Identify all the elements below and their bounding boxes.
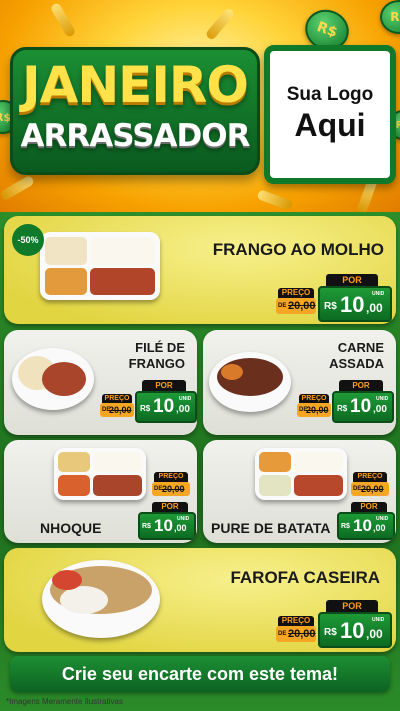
unit-label: UNID [372, 291, 385, 297]
confetti-ribbon [204, 6, 236, 42]
current-price: R$ 10 ,00 UNID [138, 512, 196, 540]
product-image [12, 348, 94, 410]
product-name: FAROFA CASEIRA [230, 568, 380, 587]
product-card-frango-ao-molho[interactable]: -50% FRANGO AO MOLHO PREÇO DE 20,00 POR … [4, 216, 396, 324]
old-price: DE 20,00 [100, 403, 134, 417]
old-price: DE 20,00 [351, 482, 389, 496]
price-integer: 10 [340, 618, 365, 643]
currency-symbol: R$ [324, 627, 337, 638]
product-card-file-de-frango[interactable]: FILÉ DE FRANGO PREÇO DE 20,00 POR R$ 10 … [4, 330, 197, 435]
product-name: PURE DE BATATA [211, 520, 331, 536]
coin-icon: R$ [380, 0, 400, 34]
currency-symbol: R$ [324, 301, 337, 312]
price-decimal: ,00 [366, 627, 383, 641]
old-price-value: 20,00 [361, 484, 384, 494]
por-label: POR [351, 502, 387, 512]
product-image [54, 448, 146, 500]
logo-line1: Sua Logo [286, 84, 374, 105]
product-image [42, 560, 160, 638]
old-price: DE 20,00 [152, 482, 190, 496]
unit-label: UNID [376, 516, 389, 522]
current-price: R$ 10 ,00 UNID [332, 391, 394, 423]
preco-label: PREÇO [353, 472, 387, 482]
price-integer: 10 [353, 516, 372, 535]
currency-symbol: R$ [140, 404, 151, 413]
preco-label: PREÇO [278, 288, 314, 298]
current-price: R$ 10 ,00 UNID [337, 512, 395, 540]
price-tag: PREÇO DE 20,00 POR R$ 10 ,00 UNID [276, 274, 392, 322]
price-integer: 10 [154, 516, 173, 535]
current-price: R$ 10 ,00 UNID [318, 286, 392, 322]
price-integer: 10 [153, 396, 175, 417]
discount-badge: -50% [12, 224, 44, 256]
confetti-ribbon [0, 174, 36, 202]
preco-label: PREÇO [154, 472, 188, 482]
campaign-title: JANEIRO ARRASSADOR [10, 47, 260, 175]
disclaimer-note: *Imagens Meramente Ilustrativas [6, 697, 123, 706]
unit-label: UNID [376, 396, 389, 402]
product-card-farofa-caseira[interactable]: FAROFA CASEIRA PREÇO DE 20,00 POR R$ 10 … [4, 548, 396, 652]
old-price-value: 20,00 [288, 300, 316, 312]
current-price: R$ 10 ,00 UNID [318, 612, 392, 648]
product-image [209, 352, 291, 412]
confetti-ribbon [256, 189, 294, 211]
old-price-value: 20,00 [162, 484, 185, 494]
product-card-nhoque[interactable]: NHOQUE PREÇO DE 20,00 POR R$ 10 ,00 UNID [4, 440, 197, 543]
old-price-value: 20,00 [288, 628, 316, 640]
price-tag: PREÇO DE 20,00 POR R$ 10 ,00 UNID [100, 380, 197, 424]
product-card-carne-assada[interactable]: CARNE ASSADA PREÇO DE 20,00 POR R$ 10 ,0… [203, 330, 396, 435]
title-line2: ARRASSADOR [20, 118, 251, 154]
product-name: CARNE ASSADA [329, 340, 384, 371]
de-label: DE [278, 631, 287, 637]
preco-label: PREÇO [278, 616, 314, 626]
product-name: FRANGO AO MOLHO [212, 240, 384, 259]
old-price-value: 20,00 [109, 405, 132, 415]
price-decimal: ,00 [366, 301, 383, 315]
confetti-ribbon [49, 1, 77, 39]
currency-symbol: R$ [142, 523, 151, 530]
current-price: R$ 10 ,00 UNID [135, 391, 197, 423]
price-decimal: ,00 [373, 404, 387, 415]
unit-label: UNID [177, 516, 190, 522]
unit-label: UNID [372, 617, 385, 623]
currency-symbol: R$ [341, 523, 350, 530]
product-card-pure-de-batata[interactable]: PURE DE BATATA PREÇO DE 20,00 POR R$ 10 … [203, 440, 396, 543]
old-price: DE 20,00 [276, 298, 316, 314]
price-integer: 10 [340, 292, 365, 317]
old-price-value: 20,00 [306, 405, 329, 415]
preco-label: PREÇO [102, 394, 132, 403]
preco-label: PREÇO [299, 394, 329, 403]
price-tag: PREÇO DE 20,00 POR R$ 10 ,00 UNID [138, 472, 196, 540]
por-label: POR [339, 380, 383, 391]
price-tag: PREÇO DE 20,00 POR R$ 10 ,00 UNID [276, 598, 392, 648]
de-label: DE [278, 303, 287, 309]
por-label: POR [152, 502, 188, 512]
create-flyer-button[interactable]: Crie seu encarte com este tema! [10, 656, 390, 692]
title-line1: JANEIRO [22, 56, 249, 114]
por-label: POR [326, 600, 378, 612]
old-price: DE 20,00 [276, 626, 316, 642]
por-label: POR [326, 274, 378, 286]
price-integer: 10 [350, 396, 372, 417]
price-decimal: ,00 [373, 523, 386, 533]
hero-banner: R$ R$ R$ R$ JANEIRO ARRASSADOR Sua Logo … [0, 0, 400, 212]
price-decimal: ,00 [176, 404, 190, 415]
currency-symbol: R$ [337, 404, 348, 413]
price-tag: PREÇO DE 20,00 POR R$ 10 ,00 UNID [337, 472, 395, 540]
logo-placeholder[interactable]: Sua Logo Aqui [264, 45, 396, 184]
price-tag: PREÇO DE 20,00 POR R$ 10 ,00 UNID [297, 380, 394, 424]
price-decimal: ,00 [174, 523, 187, 533]
product-name: NHOQUE [40, 520, 102, 536]
old-price: DE 20,00 [297, 403, 331, 417]
product-name: FILÉ DE FRANGO [128, 340, 185, 371]
por-label: POR [142, 380, 186, 391]
unit-label: UNID [179, 396, 192, 402]
logo-line2: Aqui [294, 107, 366, 143]
product-image [255, 448, 347, 500]
product-image [40, 232, 160, 300]
